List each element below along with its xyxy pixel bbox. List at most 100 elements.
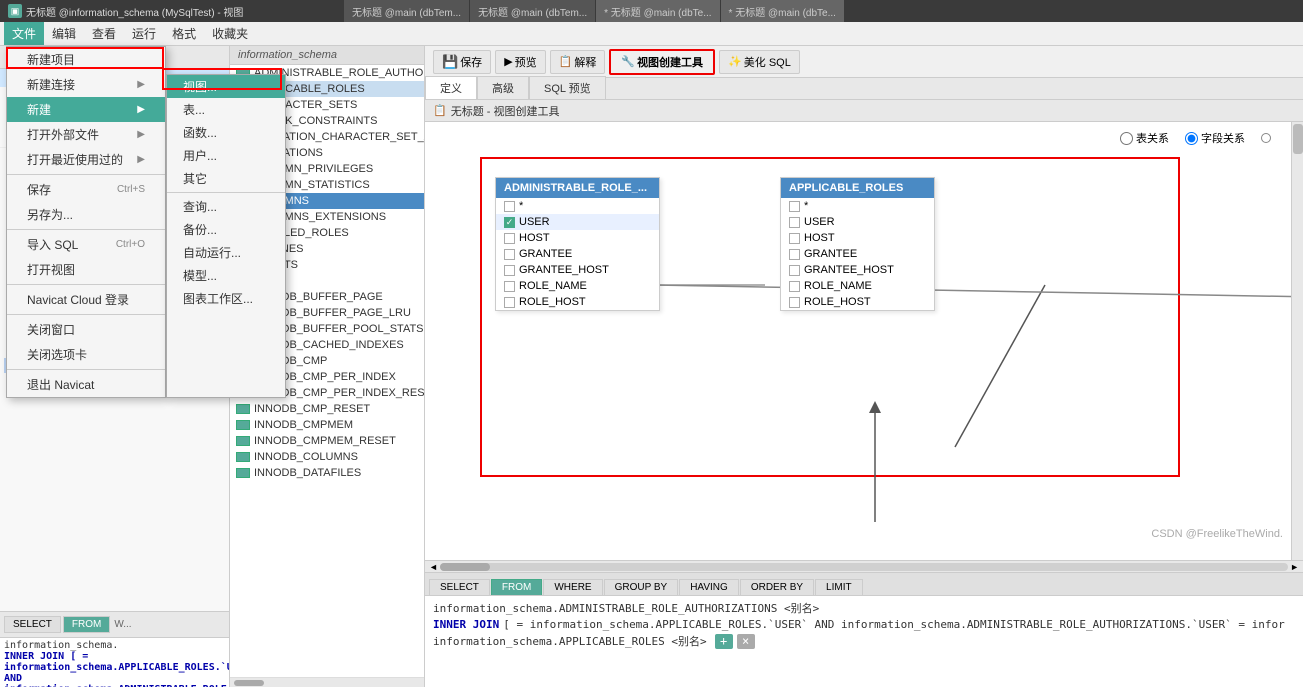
sql-tab-limit[interactable]: LIMIT — [815, 579, 863, 595]
chk-t1-3[interactable] — [504, 249, 515, 260]
radio-field-rel[interactable]: 字段关系 — [1185, 130, 1245, 146]
right-scrollbar[interactable] — [1291, 122, 1303, 560]
table2-row-5[interactable]: ROLE_NAME — [781, 278, 934, 294]
menu-close-tab[interactable]: 关闭选项卡 — [7, 342, 165, 367]
sub-autorun-label: 自动运行... — [183, 246, 241, 260]
right-tab-3[interactable]: * 无标题 @main (dbTe... — [596, 0, 719, 22]
sub-chart[interactable]: 图表工作区... — [167, 287, 285, 310]
btn-explain[interactable]: 📋 解释 — [550, 50, 606, 74]
menu-save-as[interactable]: 另存为... — [7, 202, 165, 227]
right-tab-4[interactable]: * 无标题 @main (dbTe... — [721, 0, 844, 22]
sql-tab-from-l[interactable]: FROM — [63, 616, 110, 633]
radio-field-input[interactable] — [1185, 132, 1198, 145]
sql-tab-where[interactable]: WHERE — [543, 579, 602, 595]
diagram-table-1[interactable]: ADMINISTRABLE_ROLE_... * ✓ USER HOST — [495, 177, 660, 311]
menu-open-external[interactable]: 打开外部文件 ▶ — [7, 122, 165, 147]
table1-row-4[interactable]: GRANTEE_HOST — [496, 262, 659, 278]
table1-row-6[interactable]: ROLE_HOST — [496, 294, 659, 310]
sub-new-table[interactable]: 表... — [167, 98, 285, 121]
table2-row-4[interactable]: GRANTEE_HOST — [781, 262, 934, 278]
chk-t2-3[interactable] — [789, 249, 800, 260]
tbl-item-23[interactable]: INNODB_CMPMEM_RESET — [230, 433, 424, 449]
right-scrollbar-handle[interactable] — [1261, 133, 1271, 143]
sub-autorun[interactable]: 自动运行... — [167, 241, 285, 264]
menu-exit[interactable]: 退出 Navicat — [7, 372, 165, 397]
chk-t1-4[interactable] — [504, 265, 515, 276]
radio-table-input[interactable] — [1120, 132, 1133, 145]
chk-t1-5[interactable] — [504, 281, 515, 292]
menu-open-recent[interactable]: 打开最近使用过的 ▶ — [7, 147, 165, 172]
bottom-scrollbar[interactable]: ◄ ► — [425, 560, 1303, 572]
menu-favorites[interactable]: 收藏夹 — [204, 22, 256, 45]
chk-t2-2[interactable] — [789, 233, 800, 244]
menu-close-window[interactable]: 关闭窗口 — [7, 317, 165, 342]
sub-new-func[interactable]: 函数... — [167, 121, 285, 144]
chk-t1-0[interactable] — [504, 201, 515, 212]
sub-new-user[interactable]: 用户... — [167, 144, 285, 167]
sql-del-btn[interactable]: × — [737, 634, 755, 649]
scroll-right-btn[interactable]: ► — [1290, 562, 1299, 572]
tbl-item-24[interactable]: INNODB_COLUMNS — [230, 449, 424, 465]
menu-view[interactable]: 查看 — [84, 22, 124, 45]
sub-model[interactable]: 模型... — [167, 264, 285, 287]
sub-new-other[interactable]: 其它 — [167, 167, 285, 190]
sql-tab-select[interactable]: SELECT — [429, 579, 490, 595]
scroll-left-btn[interactable]: ◄ — [429, 562, 438, 572]
table1-row-2[interactable]: HOST — [496, 230, 659, 246]
radio-table-rel[interactable]: 表关系 — [1120, 130, 1169, 146]
tbl-item-25[interactable]: INNODB_DATAFILES — [230, 465, 424, 481]
menu-edit[interactable]: 编辑 — [44, 22, 84, 45]
table2-row-2[interactable]: HOST — [781, 230, 934, 246]
table1-row-5[interactable]: ROLE_NAME — [496, 278, 659, 294]
btn-beautify[interactable]: ✨ 美化 SQL — [719, 50, 800, 74]
sql-tab-select-l[interactable]: SELECT — [4, 616, 61, 633]
diagram-area[interactable]: 表关系 字段关系 — [425, 122, 1303, 560]
btn-preview[interactable]: ▶ 预览 — [495, 50, 545, 74]
chk-t2-0[interactable] — [789, 201, 800, 212]
menu-new[interactable]: 新建 ▶ — [7, 97, 165, 122]
chk-t2-1[interactable] — [789, 217, 800, 228]
table2-row-3[interactable]: GRANTEE — [781, 246, 934, 262]
tab-sql-preview[interactable]: SQL 预览 — [529, 76, 606, 99]
chk-t2-5[interactable] — [789, 281, 800, 292]
menu-new-project[interactable]: 新建项目 — [7, 47, 165, 72]
sub-new-view[interactable]: 视图... — [167, 75, 285, 98]
table1-row-3[interactable]: GRANTEE — [496, 246, 659, 262]
chk-t1-2[interactable] — [504, 233, 515, 244]
tab-definition[interactable]: 定义 — [425, 76, 477, 99]
sql-tab-having[interactable]: HAVING — [679, 579, 739, 595]
menu-navicat-cloud[interactable]: Navicat Cloud 登录 — [7, 287, 165, 312]
sub-backup[interactable]: 备份... — [167, 218, 285, 241]
tab-advanced[interactable]: 高级 — [477, 76, 529, 99]
tbl-item-21[interactable]: INNODB_CMP_RESET — [230, 401, 424, 417]
table1-row-0[interactable]: * — [496, 198, 659, 214]
menu-format[interactable]: 格式 — [164, 22, 204, 45]
sql-tab-from[interactable]: FROM — [491, 579, 542, 595]
diagram-table-2[interactable]: APPLICABLE_ROLES * USER HOST GRANTEE — [780, 177, 935, 311]
sql-tab-groupby[interactable]: GROUP BY — [604, 579, 679, 595]
table2-row-1[interactable]: USER — [781, 214, 934, 230]
menu-import-sql[interactable]: 导入 SQL Ctrl+O — [7, 232, 165, 257]
right-tab-1[interactable]: 无标题 @main (dbTem... — [344, 0, 469, 22]
sql-tab-orderby[interactable]: ORDER BY — [740, 579, 814, 595]
chk-t1-1[interactable]: ✓ — [504, 217, 515, 228]
chk-t1-6[interactable] — [504, 297, 515, 308]
menu-save[interactable]: 保存 Ctrl+S — [7, 177, 165, 202]
scroll-track[interactable] — [440, 563, 1288, 571]
table2-row-6[interactable]: ROLE_HOST — [781, 294, 934, 310]
chk-t2-6[interactable] — [789, 297, 800, 308]
menu-file[interactable]: 文件 — [4, 22, 44, 45]
middle-scrollbar[interactable] — [230, 677, 424, 687]
menu-new-connection[interactable]: 新建连接 ▶ — [7, 72, 165, 97]
right-tab-2[interactable]: 无标题 @main (dbTem... — [470, 0, 595, 22]
btn-save[interactable]: 💾 保存 — [433, 50, 491, 74]
table1-row-1[interactable]: ✓ USER — [496, 214, 659, 230]
chk-t2-4[interactable] — [789, 265, 800, 276]
menu-run[interactable]: 运行 — [124, 22, 164, 45]
tbl-item-22[interactable]: INNODB_CMPMEM — [230, 417, 424, 433]
sub-query[interactable]: 查询... — [167, 195, 285, 218]
menu-open-view[interactable]: 打开视图 — [7, 257, 165, 282]
table2-row-0[interactable]: * — [781, 198, 934, 214]
sql-add-btn[interactable]: + — [715, 634, 733, 649]
btn-view-tool[interactable]: 🔧 视图创建工具 — [609, 49, 715, 75]
